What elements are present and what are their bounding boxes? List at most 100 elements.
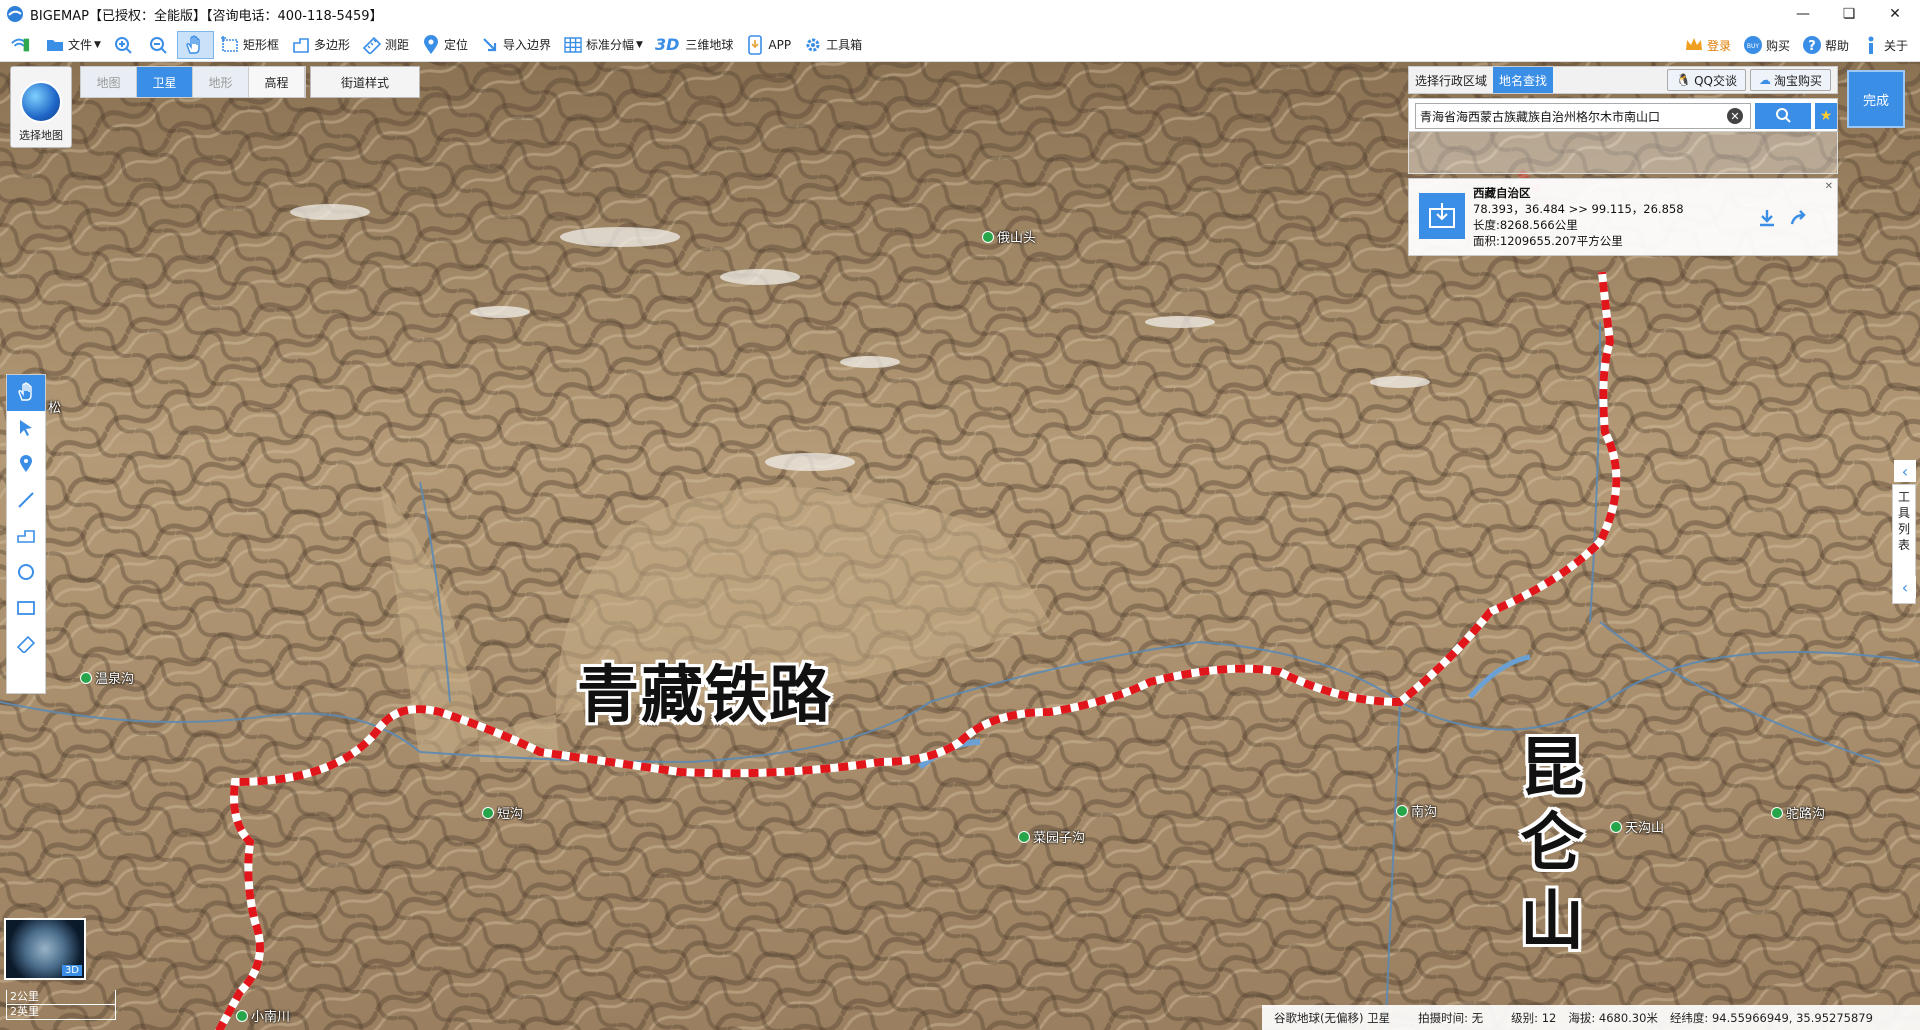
poi-label[interactable]: 天沟山 bbox=[1610, 817, 1664, 836]
edge-map-label: 松 bbox=[48, 397, 61, 416]
network-status[interactable] bbox=[0, 31, 39, 59]
tool-list-char: 工 bbox=[1897, 490, 1910, 504]
buy-label: 购买 bbox=[1765, 38, 1790, 53]
globe-overview-minimap[interactable]: 3D bbox=[4, 918, 86, 980]
download-result-button[interactable] bbox=[1755, 207, 1779, 231]
zoom-out-button[interactable] bbox=[142, 31, 177, 59]
import-boundary-label: 导入边界 bbox=[503, 38, 552, 52]
zoom-in-icon bbox=[113, 35, 133, 55]
map-pin-icon bbox=[421, 34, 441, 55]
status-altitude: 海拔: 4680.30米 bbox=[1568, 1010, 1658, 1025]
poi-label[interactable]: 俄山头 bbox=[982, 227, 1036, 246]
select-map-button[interactable]: 选择地图 bbox=[10, 66, 72, 148]
ruler-tool[interactable] bbox=[7, 627, 45, 663]
close-icon: ✕ bbox=[1889, 6, 1901, 22]
polygon-tool[interactable]: 多边形 bbox=[285, 31, 356, 59]
close-result-button[interactable]: ✕ bbox=[1825, 181, 1833, 192]
crown-icon bbox=[1684, 35, 1704, 55]
about-button[interactable]: 关于 bbox=[1855, 31, 1914, 59]
locate-tool-label: 定位 bbox=[443, 38, 468, 52]
toolbar-right-group: 登录 BUY 购买 ? 帮助 关于 bbox=[1678, 28, 1920, 62]
hand-icon bbox=[184, 34, 204, 55]
qq-chat-button[interactable]: 🐧 QQ交谈 bbox=[1667, 69, 1746, 91]
pan-tool-button[interactable] bbox=[176, 30, 214, 59]
map-type-terrain[interactable]: 地形 bbox=[193, 67, 249, 97]
poi-label[interactable]: 小南川 bbox=[236, 1006, 290, 1025]
rectangle-tool-side[interactable] bbox=[7, 591, 45, 627]
poi-label[interactable]: 温泉沟 bbox=[80, 668, 134, 687]
line-icon bbox=[17, 491, 35, 512]
info-icon bbox=[1861, 35, 1881, 55]
buy-button[interactable]: BUY 购买 bbox=[1737, 31, 1796, 59]
standard-tiles-label: 标准分幅 bbox=[586, 38, 635, 52]
collapse-tool-list-button[interactable]: ‹ bbox=[1894, 460, 1916, 482]
poi-label[interactable]: 菜园子沟 bbox=[1018, 827, 1085, 846]
select-tool[interactable] bbox=[7, 411, 45, 447]
app-button[interactable]: APP bbox=[739, 31, 797, 59]
file-menu[interactable]: 文件 ▼ bbox=[39, 31, 107, 59]
minimize-button[interactable]: — bbox=[1780, 0, 1826, 28]
map-type-satellite[interactable]: 卫星 bbox=[137, 67, 193, 97]
result-coords: 78.393，36.484 >> 99.115，26.858 bbox=[1473, 202, 1684, 216]
restore-icon: ❏ bbox=[1842, 6, 1856, 22]
rectangle-tool[interactable]: 矩形框 bbox=[214, 31, 285, 59]
locate-tool[interactable]: 定位 bbox=[415, 31, 474, 59]
circle-tool[interactable] bbox=[7, 555, 45, 591]
poi-label-text: 菜园子沟 bbox=[1033, 831, 1086, 846]
3d-badge: 3D bbox=[61, 965, 82, 976]
marker-tool[interactable] bbox=[7, 447, 45, 483]
expand-tool-list-button[interactable]: ‹ bbox=[1894, 576, 1916, 598]
poi-label-text: 短沟 bbox=[497, 807, 524, 822]
svg-text:BUY: BUY bbox=[1747, 43, 1760, 50]
line-tool[interactable] bbox=[7, 483, 45, 519]
tab-place-search[interactable]: 地名查找 bbox=[1493, 67, 1554, 93]
poi-label[interactable]: 短沟 bbox=[482, 803, 523, 822]
poi-marker-icon bbox=[1771, 806, 1783, 819]
poi-marker-icon bbox=[236, 1009, 248, 1022]
buy-badge-icon: BUY bbox=[1743, 35, 1763, 55]
file-menu-label: 文件 bbox=[68, 38, 93, 52]
login-button[interactable]: 登录 bbox=[1678, 31, 1737, 59]
search-result-card[interactable]: 西藏自治区 78.393，36.484 >> 99.115，26.858 长度:… bbox=[1408, 178, 1838, 256]
import-boundary-tool[interactable]: 导入边界 bbox=[474, 31, 557, 59]
map-type-elevation[interactable]: 高程 bbox=[249, 67, 305, 97]
favorite-button[interactable]: ★ bbox=[1815, 103, 1837, 129]
zoom-in-button[interactable] bbox=[107, 31, 142, 59]
measure-tool[interactable]: 测距 bbox=[356, 31, 415, 59]
standard-tiles-menu[interactable]: 标准分幅 ▼ bbox=[557, 31, 649, 59]
done-button[interactable]: 完成 bbox=[1847, 70, 1905, 128]
toolbox-button[interactable]: 工具箱 bbox=[797, 31, 868, 59]
status-capture-time: 拍摄时间: 无 bbox=[1418, 1010, 1484, 1025]
search-button[interactable] bbox=[1755, 103, 1811, 129]
pan-tool[interactable] bbox=[7, 375, 45, 411]
svg-text:?: ? bbox=[1808, 39, 1816, 54]
place-search-input[interactable] bbox=[1415, 103, 1751, 129]
3d-globe-button[interactable]: 3D 三维地球 bbox=[649, 31, 739, 59]
boundary-download-icon bbox=[1419, 193, 1465, 239]
map-pin-icon bbox=[19, 454, 33, 476]
help-button[interactable]: ? 帮助 bbox=[1796, 31, 1855, 59]
share-result-button[interactable] bbox=[1787, 207, 1811, 231]
street-style-button[interactable]: 街道样式 bbox=[310, 66, 420, 98]
scale-bar: 2公里 2英里 bbox=[6, 990, 116, 1020]
map-type-map[interactable]: 地图 bbox=[81, 67, 137, 97]
rectangle-select-icon bbox=[220, 35, 240, 55]
taobao-buy-button[interactable]: ☁ 淘宝购买 bbox=[1749, 69, 1831, 91]
polygon-tool-side[interactable] bbox=[7, 519, 45, 555]
app-label: APP bbox=[768, 37, 792, 52]
edge-map-label-text: 松 bbox=[48, 401, 62, 416]
left-draw-toolbar bbox=[6, 374, 46, 694]
status-bar: 谷歌地球(无偏移) 卫星 拍摄时间: 无 级别: 12 海拔: 4680.30米… bbox=[1262, 1005, 1920, 1030]
poi-label[interactable]: 南沟 bbox=[1396, 801, 1437, 820]
clear-search-button[interactable]: ✕ bbox=[1727, 108, 1743, 124]
chevron-left-icon: ‹ bbox=[1901, 577, 1909, 597]
polygon-icon bbox=[291, 35, 311, 55]
maximize-button[interactable]: ❏ bbox=[1826, 0, 1872, 28]
tool-list-char: 列 bbox=[1897, 522, 1910, 536]
poi-label-text: 温泉沟 bbox=[95, 672, 135, 687]
poi-label-text: 驼路沟 bbox=[1786, 807, 1826, 822]
close-button[interactable]: ✕ bbox=[1872, 0, 1918, 28]
poi-label[interactable]: 驼路沟 bbox=[1771, 803, 1825, 822]
tab-select-region[interactable]: 选择行政区域 bbox=[1409, 67, 1493, 93]
polygon-tool-label: 多边形 bbox=[313, 38, 350, 52]
